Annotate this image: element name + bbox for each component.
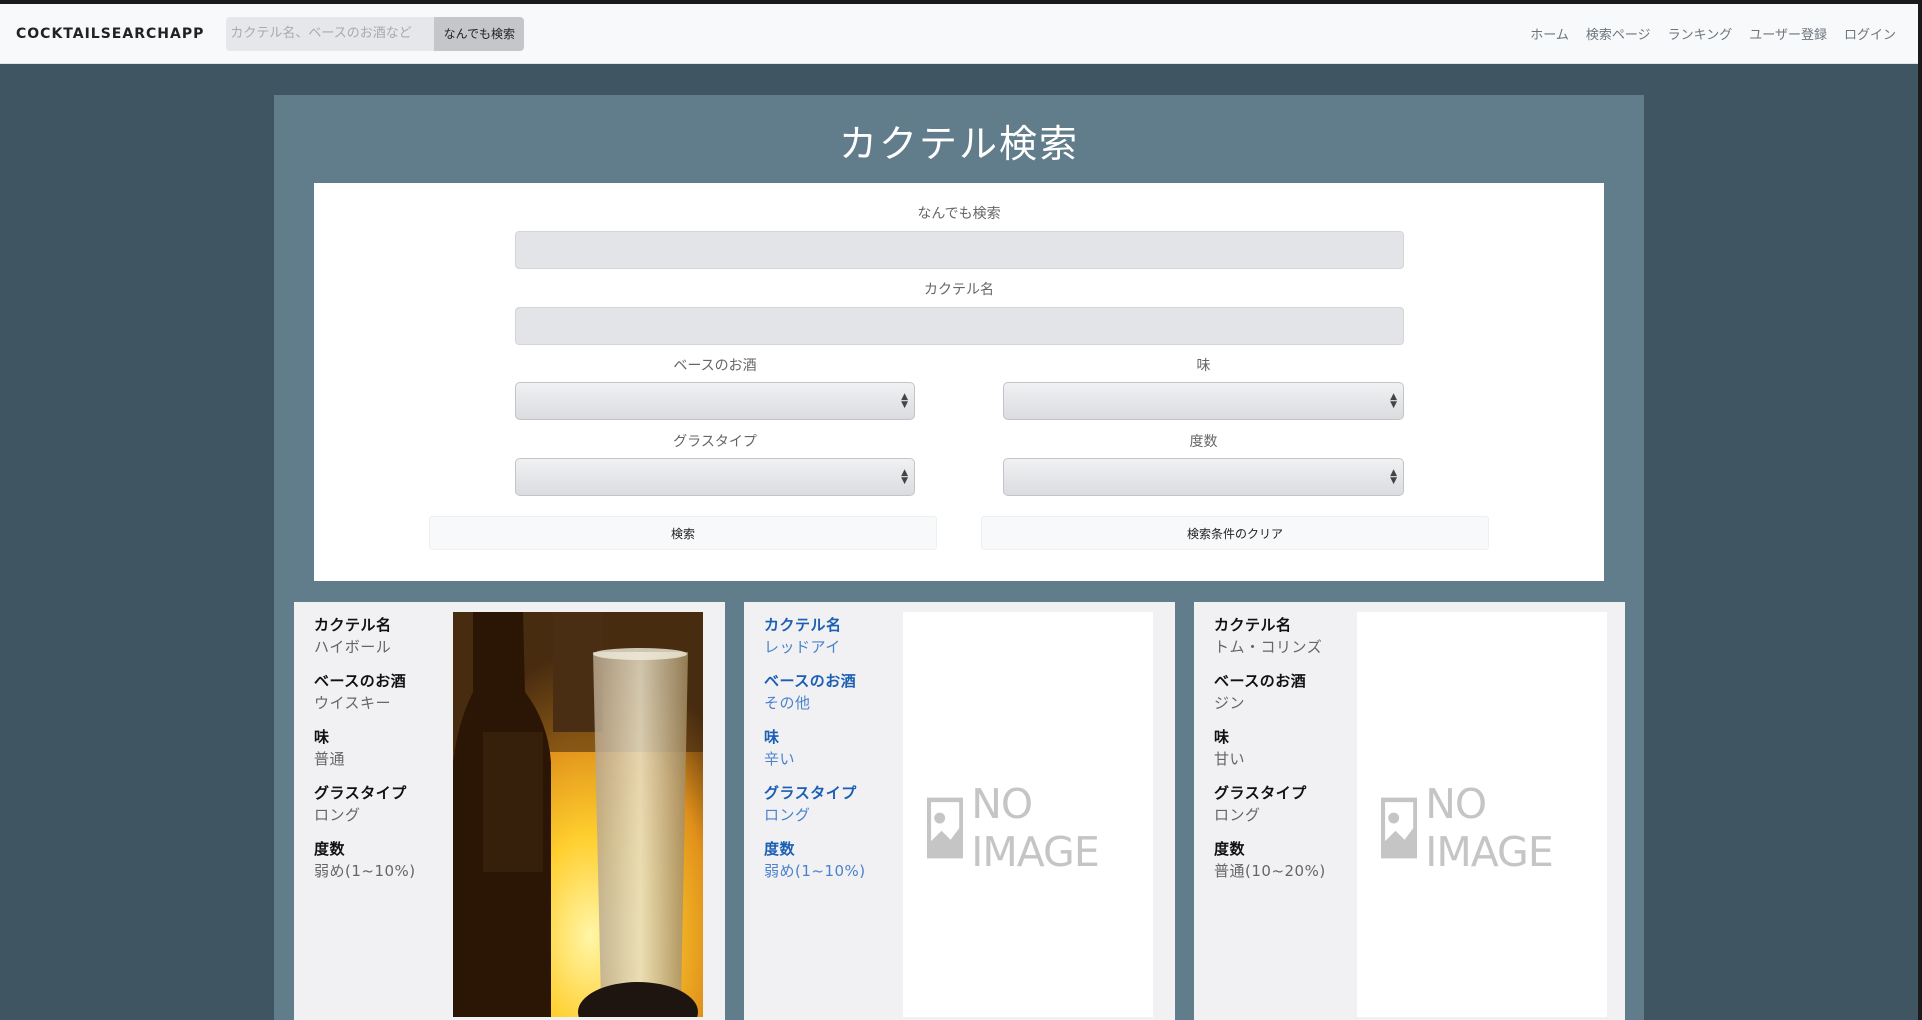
card-name-label: カクテル名 bbox=[764, 616, 842, 634]
no-image-graphic: NO IMAGE bbox=[927, 780, 1153, 876]
navbar: COCKTAILSEARCHAPP なんでも検索 ホーム 検索ページ ランキング… bbox=[0, 4, 1918, 64]
glass-type-label: グラスタイプ bbox=[673, 434, 757, 450]
select-arrows-icon: ▲ ▼ bbox=[901, 468, 908, 486]
anything-input[interactable] bbox=[515, 231, 1404, 269]
card-base-label: ベースのお酒 bbox=[1214, 672, 1307, 690]
taste-select[interactable]: ▲ ▼ bbox=[1003, 382, 1404, 420]
taste-label: 味 bbox=[1196, 358, 1211, 374]
navbar-search: なんでも検索 bbox=[226, 16, 525, 51]
highball-photo-image bbox=[453, 612, 703, 1017]
nav-link-login[interactable]: ログイン bbox=[1844, 24, 1896, 43]
card-name-value: ハイボール bbox=[314, 638, 392, 656]
cocktail-card[interactable]: カクテル名 トム・コリンズ ベースのお酒 ジン 味 甘い グラスタイプ ロング … bbox=[1194, 602, 1625, 1020]
picture-icon bbox=[927, 797, 964, 859]
strength-label: 度数 bbox=[1189, 434, 1218, 450]
no-image-graphic: NO IMAGE bbox=[1381, 780, 1607, 876]
cocktail-photo[interactable] bbox=[453, 612, 703, 1017]
card-taste-label: 味 bbox=[764, 728, 780, 746]
cocktail-name-label: カクテル名 bbox=[924, 282, 994, 298]
cocktail-card[interactable]: カクテル名 レッドアイ ベースのお酒 その他 味 辛い グラスタイプ ロング 度… bbox=[744, 602, 1175, 1020]
nav-link-home[interactable]: ホーム bbox=[1530, 24, 1569, 43]
navbar-search-input[interactable] bbox=[226, 16, 435, 51]
window-right-border bbox=[1918, 0, 1922, 1020]
no-image-placeholder[interactable]: NO IMAGE bbox=[1357, 612, 1607, 1017]
card-taste-label: 味 bbox=[314, 728, 330, 746]
card-glass-value: ロング bbox=[764, 806, 811, 824]
main-panel: カクテル検索 なんでも検索 カクテル名 ベースのお酒 ▲ ▼ 味 ▲ ▼ グラスタイ… bbox=[274, 95, 1644, 1020]
card-base-value: その他 bbox=[764, 694, 811, 712]
anything-label: なんでも検索 bbox=[917, 206, 1001, 222]
search-form: なんでも検索 カクテル名 ベースのお酒 ▲ ▼ 味 ▲ ▼ グラスタイプ ▲ ▼ 度数… bbox=[314, 183, 1604, 581]
card-strength-label: 度数 bbox=[764, 840, 796, 858]
cocktail-name-input[interactable] bbox=[515, 307, 1404, 345]
card-base-value: ジン bbox=[1214, 694, 1246, 712]
brand-logo[interactable]: COCKTAILSEARCHAPP bbox=[16, 26, 204, 42]
card-glass-value: ロング bbox=[1214, 806, 1261, 824]
no-image-text: NO IMAGE bbox=[1425, 780, 1553, 876]
card-base-label: ベースのお酒 bbox=[764, 672, 857, 690]
select-arrows-icon: ▲ ▼ bbox=[1390, 392, 1397, 410]
nav-link-ranking[interactable]: ランキング bbox=[1668, 24, 1733, 43]
clear-conditions-button[interactable]: 検索条件のクリア bbox=[981, 516, 1489, 550]
navbar-search-button[interactable]: なんでも検索 bbox=[434, 16, 525, 51]
select-arrows-icon: ▲ ▼ bbox=[901, 392, 908, 410]
card-glass-label: グラスタイプ bbox=[1214, 784, 1307, 802]
cocktail-card[interactable]: カクテル名 ハイボール ベースのお酒 ウイスキー 味 普通 グラスタイプ ロング… bbox=[294, 602, 725, 1020]
card-info: カクテル名 トム・コリンズ ベースのお酒 ジン 味 甘い グラスタイプ ロング … bbox=[1214, 614, 1326, 894]
card-taste-value: 普通 bbox=[314, 750, 346, 768]
card-name-label: カクテル名 bbox=[314, 616, 392, 634]
no-image-text: NO IMAGE bbox=[971, 780, 1099, 876]
card-strength-value: 弱め(1~10%) bbox=[314, 862, 416, 880]
card-taste-value: 甘い bbox=[1214, 750, 1246, 768]
card-glass-label: グラスタイプ bbox=[764, 784, 857, 802]
card-glass-value: ロング bbox=[314, 806, 361, 824]
nav-link-search-page[interactable]: 検索ページ bbox=[1586, 24, 1651, 43]
card-strength-value: 普通(10~20%) bbox=[1214, 862, 1326, 880]
card-base-value: ウイスキー bbox=[314, 694, 392, 712]
card-info: カクテル名 レッドアイ ベースのお酒 その他 味 辛い グラスタイプ ロング 度… bbox=[764, 614, 866, 894]
card-strength-value: 弱め(1~10%) bbox=[764, 862, 866, 880]
card-glass-label: グラスタイプ bbox=[314, 784, 407, 802]
card-name-value: レッドアイ bbox=[764, 638, 841, 656]
page-title: カクテル検索 bbox=[838, 122, 1079, 166]
glass-type-select[interactable]: ▲ ▼ bbox=[515, 458, 915, 496]
card-taste-label: 味 bbox=[1214, 728, 1230, 746]
card-name-value: トム・コリンズ bbox=[1214, 638, 1323, 656]
card-base-label: ベースのお酒 bbox=[314, 672, 407, 690]
picture-icon bbox=[1381, 797, 1418, 859]
select-arrows-icon: ▲ ▼ bbox=[1390, 468, 1397, 486]
card-name-label: カクテル名 bbox=[1214, 616, 1292, 634]
no-image-placeholder[interactable]: NO IMAGE bbox=[903, 612, 1153, 1017]
card-strength-label: 度数 bbox=[1214, 840, 1246, 858]
card-strength-label: 度数 bbox=[314, 840, 346, 858]
card-info: カクテル名 ハイボール ベースのお酒 ウイスキー 味 普通 グラスタイプ ロング… bbox=[314, 614, 416, 894]
base-liquor-select[interactable]: ▲ ▼ bbox=[515, 382, 915, 420]
search-button[interactable]: 検索 bbox=[429, 516, 937, 550]
card-taste-value: 辛い bbox=[764, 750, 796, 768]
base-liquor-label: ベースのお酒 bbox=[673, 358, 757, 374]
strength-select[interactable]: ▲ ▼ bbox=[1003, 458, 1404, 496]
nav-link-user-register[interactable]: ユーザー登録 bbox=[1749, 24, 1827, 43]
nav-links: ホーム 検索ページ ランキング ユーザー登録 ログイン bbox=[1530, 24, 1896, 43]
